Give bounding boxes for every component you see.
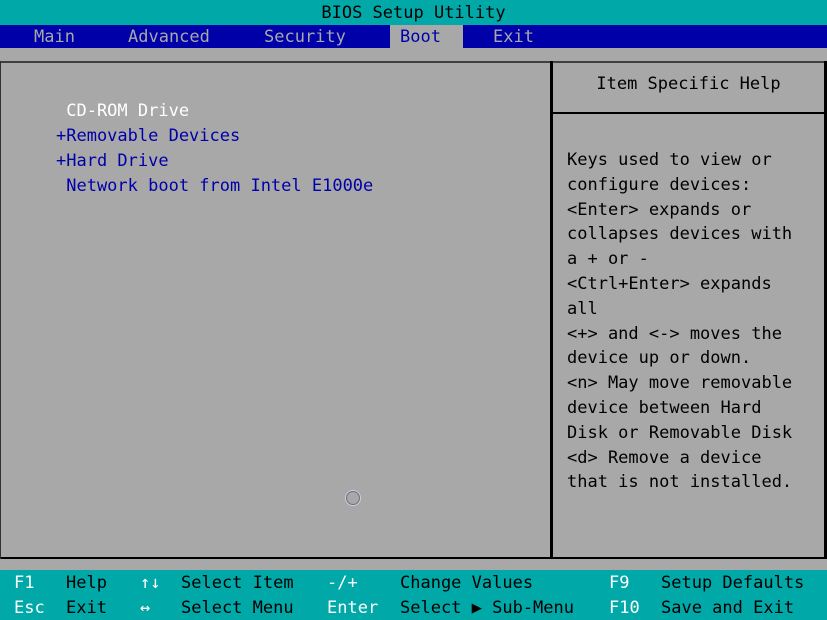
- key-esc-desc: Exit: [66, 598, 107, 618]
- help-line: <Ctrl+Enter> expands: [567, 273, 772, 294]
- help-line: Disk or Removable Disk: [567, 422, 793, 443]
- left-border: [0, 61, 1, 559]
- mouse-cursor-icon: [346, 491, 360, 505]
- help-line: device up or down.: [567, 348, 752, 369]
- help-line: <d> Remove a device: [567, 447, 762, 468]
- key-legend-footer: F1 Help ↑↓ Select Item -/+ Change Values…: [0, 570, 827, 620]
- panel-divider: [550, 61, 553, 559]
- title-bar: BIOS Setup Utility: [0, 0, 827, 25]
- help-text: Keys used to view or configure devices: …: [567, 148, 822, 495]
- key-enter-desc: Select ▶ Sub-Menu: [400, 598, 574, 618]
- help-line: a + or -: [567, 249, 649, 270]
- tab-boot[interactable]: Boot: [390, 25, 463, 48]
- tab-exit[interactable]: Exit: [483, 25, 544, 48]
- tab-main[interactable]: Main: [24, 25, 85, 48]
- tab-advanced[interactable]: Advanced: [118, 25, 220, 48]
- help-line: <Enter> expands or: [567, 199, 752, 220]
- window-title: BIOS Setup Utility: [321, 3, 506, 23]
- key-f9: F9: [609, 573, 630, 593]
- key-f10-desc: Save and Exit: [661, 598, 795, 618]
- help-line: Keys used to view or: [567, 150, 772, 170]
- help-title: Item Specific Help: [596, 74, 781, 94]
- key-esc: Esc: [14, 598, 45, 618]
- help-line: <+> and <-> moves the: [567, 323, 782, 344]
- help-line: configure devices:: [567, 174, 752, 195]
- key-f9-desc: Setup Defaults: [661, 573, 805, 593]
- key-minus-plus-desc: Change Values: [400, 573, 534, 593]
- key-leftright-arrows: ↔: [140, 598, 151, 618]
- help-line: collapses devices with: [567, 224, 793, 245]
- help-line: all: [567, 298, 598, 319]
- key-updown-arrows: ↑↓: [140, 573, 161, 593]
- key-f1-desc: Help: [66, 573, 107, 593]
- help-line: <n> May move removable: [567, 373, 793, 394]
- boot-item-removable-devices[interactable]: +Removable Devices: [56, 125, 373, 150]
- key-f10: F10: [609, 598, 640, 618]
- key-leftright-desc: Select Menu: [181, 598, 294, 618]
- key-enter: Enter: [327, 598, 379, 618]
- boot-item-network[interactable]: Network boot from Intel E1000e: [56, 175, 373, 200]
- boot-item-cdrom[interactable]: CD-ROM Drive: [56, 100, 373, 125]
- tab-security[interactable]: Security: [254, 25, 356, 48]
- menu-bar: Main Advanced Security Boot Exit: [0, 25, 827, 48]
- help-line: device between Hard: [567, 397, 762, 418]
- boot-item-hard-drive[interactable]: +Hard Drive: [56, 150, 373, 175]
- help-line: that is not installed.: [567, 472, 793, 493]
- key-f1: F1: [14, 573, 35, 593]
- key-minus-plus: -/+: [327, 573, 358, 593]
- boot-priority-list: CD-ROM Drive +Removable Devices +Hard Dr…: [56, 100, 373, 200]
- key-updown-desc: Select Item: [181, 573, 294, 593]
- help-separator: [553, 112, 824, 114]
